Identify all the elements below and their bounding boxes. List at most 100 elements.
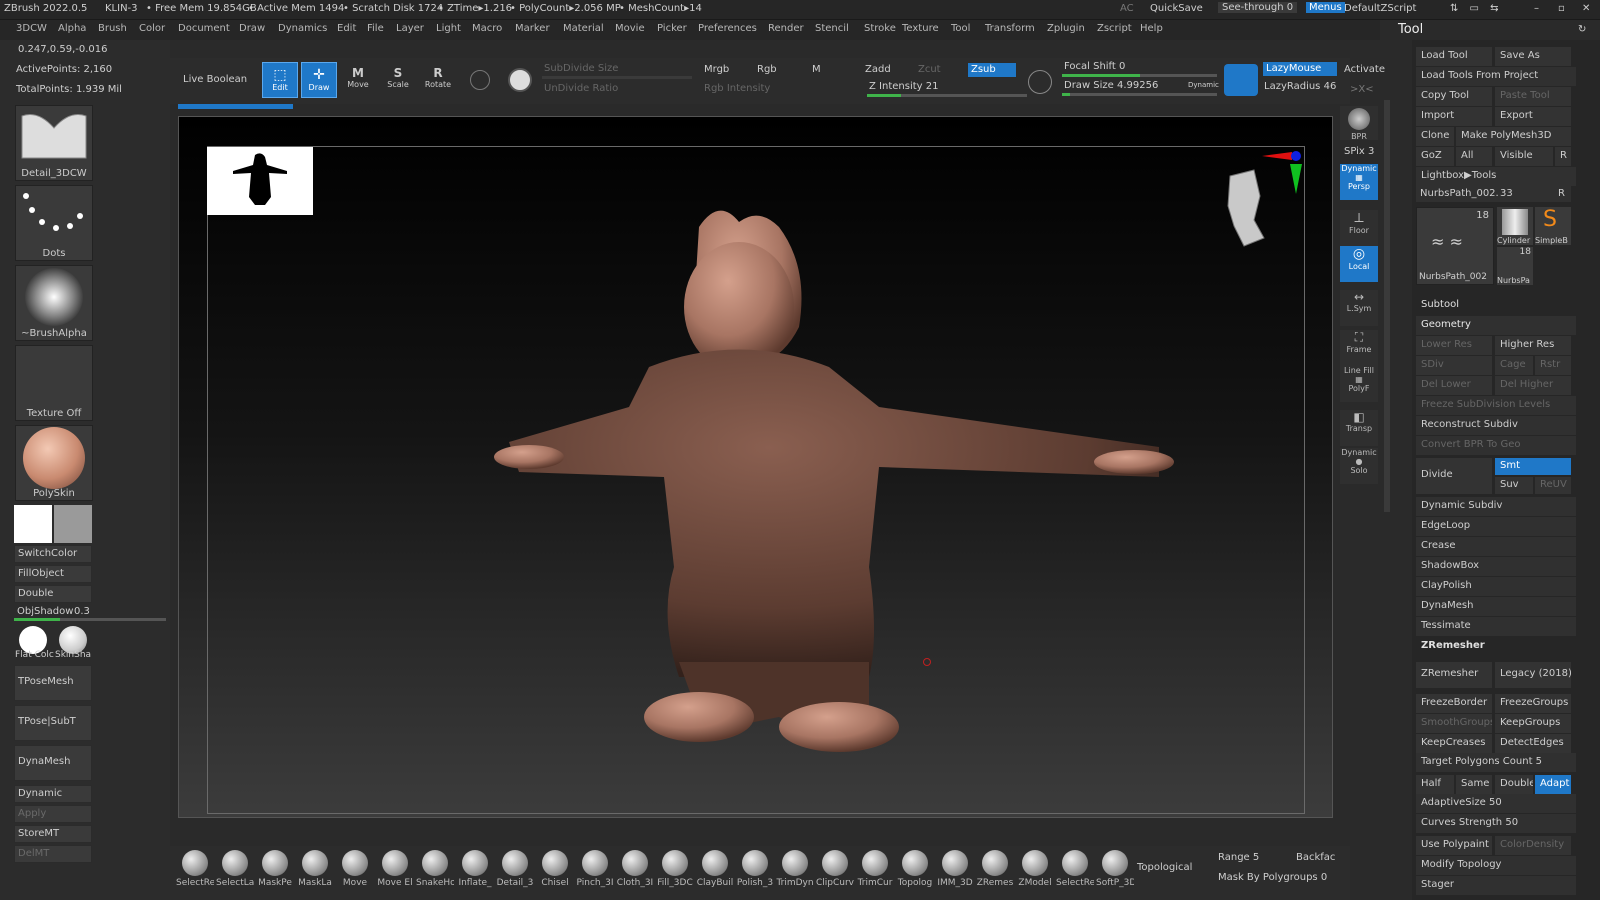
floor-button[interactable]: ⟂ Floor <box>1340 210 1378 246</box>
menu-help[interactable]: Help <box>1140 23 1163 34</box>
secondary-color-swatch[interactable] <box>54 505 92 543</box>
menu-dynamics[interactable]: Dynamics <box>278 23 327 34</box>
shelf-brush-item[interactable]: Fill_3DC <box>656 848 694 896</box>
rstr-button[interactable]: Rstr <box>1535 356 1571 375</box>
shelf-brush-item[interactable]: Inflate_ <box>456 848 494 896</box>
right-scrollbar[interactable] <box>1384 100 1390 512</box>
menu-draw[interactable]: Draw <box>239 23 265 34</box>
load-tools-from-project-button[interactable]: Load Tools From Project <box>1416 67 1576 86</box>
range-slider[interactable]: Range 5 <box>1218 852 1259 863</box>
maximize-icon[interactable]: ▫ <box>1558 3 1565 14</box>
live-boolean-button[interactable]: Live Boolean <box>183 74 247 85</box>
subtool-header[interactable]: Subtool <box>1416 296 1576 315</box>
rgb-button[interactable]: Rgb <box>757 64 777 75</box>
subdivide-size-slider[interactable]: SubDivide Size <box>542 63 692 79</box>
nurbs-small-thumb[interactable]: 18 NurbsPa <box>1497 247 1533 285</box>
freezeborder-button[interactable]: FreezeBorder <box>1416 694 1492 713</box>
lazymouse-button[interactable]: LazyMouse <box>1262 61 1338 77</box>
shelf-brush-item[interactable]: ClayBuil <box>696 848 734 896</box>
simpleb-tool-thumb[interactable]: S SimpleB <box>1535 207 1571 245</box>
z-intensity-slider[interactable]: Z Intensity 21 <box>867 81 1027 97</box>
shelf-brush-item[interactable]: Pinch_3I <box>576 848 614 896</box>
menu-preferences[interactable]: Preferences <box>698 23 757 34</box>
import-button[interactable]: Import <box>1416 107 1492 126</box>
topological-button[interactable]: Topological <box>1137 862 1192 873</box>
quicksave-button[interactable]: QuickSave <box>1150 3 1203 14</box>
curves-strength-slider[interactable]: Curves Strength 50 <box>1416 814 1576 833</box>
default-zscript-button[interactable]: DefaultZScript <box>1344 3 1416 14</box>
del-higher-button[interactable]: Del Higher <box>1495 376 1571 395</box>
tool-selector-slider[interactable]: NurbsPath_002. 33 R <box>1416 186 1571 202</box>
sculptris-icon[interactable] <box>508 68 532 92</box>
shelf-brush-item[interactable]: Move El <box>376 848 414 896</box>
double-target-button[interactable]: Double <box>1495 775 1533 794</box>
menu-color[interactable]: Color <box>139 23 165 34</box>
suv-toggle[interactable]: Suv <box>1495 477 1533 494</box>
draw-size-dynamic[interactable]: Dynamic <box>1188 81 1219 89</box>
menu-file[interactable]: File <box>367 23 384 34</box>
silhouette-thumbnail[interactable] <box>207 147 313 215</box>
keepcreases-button[interactable]: KeepCreases <box>1416 734 1492 753</box>
axis-gizmo-icon[interactable] <box>1262 150 1302 194</box>
smoothgroups-slider[interactable]: SmoothGroups <box>1416 714 1492 733</box>
adaptive-size-slider[interactable]: AdaptiveSize 50 <box>1416 794 1576 813</box>
backface-button[interactable]: Backfac <box>1296 852 1335 863</box>
menu-3dcw[interactable]: 3DCW <box>16 23 47 34</box>
shelf-brush-item[interactable]: SnakeHo <box>416 848 454 896</box>
bpr-button[interactable]: BPR <box>1340 106 1378 141</box>
cylinder-tool-thumb[interactable]: Cylinder <box>1497 207 1533 245</box>
crease-header[interactable]: Crease <box>1416 537 1576 556</box>
tessimate-header[interactable]: Tessimate <box>1416 617 1576 636</box>
window-icons[interactable]: ⇅ ▭ ⇆ <box>1450 3 1503 14</box>
menu-picker[interactable]: Picker <box>657 23 687 34</box>
menu-transform[interactable]: Transform <box>985 23 1035 34</box>
see-through-slider[interactable]: See-through 0 <box>1218 2 1298 13</box>
tool-thumb-nurbs[interactable]: 18 ≈ ≈ NurbsPath_002 <box>1416 207 1494 285</box>
shelf-brush-item[interactable]: Polish_3 <box>736 848 774 896</box>
shelf-brush-item[interactable]: Chisel <box>536 848 574 896</box>
color-density-slider[interactable]: ColorDensity <box>1495 836 1571 855</box>
menu-edit[interactable]: Edit <box>337 23 356 34</box>
reuv-toggle[interactable]: ReUV <box>1535 477 1571 494</box>
menu-document[interactable]: Document <box>178 23 230 34</box>
shelf-brush-item[interactable]: Move <box>336 848 374 896</box>
stroke-spacing-icon[interactable] <box>1028 70 1052 94</box>
zsub-button[interactable]: Zsub <box>967 62 1017 78</box>
minimize-icon[interactable]: – <box>1534 3 1539 14</box>
spix-slider[interactable]: SPix 3 <box>1344 146 1374 157</box>
draw-size-slider[interactable]: Draw Size 4.99256 Dynamic <box>1062 80 1219 96</box>
rotate-mode-button[interactable]: R Rotate <box>420 62 456 98</box>
copy-tool-button[interactable]: Copy Tool <box>1416 87 1492 106</box>
palette-refresh-icon[interactable]: ↻ <box>1578 24 1586 35</box>
sdiv-slider[interactable]: SDiv <box>1416 356 1492 375</box>
local-button[interactable]: ◎ Local <box>1340 246 1378 282</box>
focal-shift-slider[interactable]: Focal Shift 0 <box>1062 61 1217 77</box>
main-color-swatch[interactable] <box>14 505 52 543</box>
reconstruct-subdiv-button[interactable]: Reconstruct Subdiv <box>1416 416 1576 435</box>
paste-tool-button[interactable]: Paste Tool <box>1495 87 1571 106</box>
dynamesh-left-button[interactable]: DynaMesh <box>14 745 92 781</box>
shelf-brush-item[interactable]: SelectLa <box>216 848 254 896</box>
del-mt-button[interactable]: DelMT <box>14 845 92 863</box>
zadd-button[interactable]: Zadd <box>865 64 891 75</box>
close-icon[interactable]: ✕ <box>1582 3 1590 14</box>
texture-selector[interactable]: Texture Off <box>15 345 93 421</box>
use-polypaint-button[interactable]: Use Polypaint <box>1416 836 1492 855</box>
lightbox-tools-button[interactable]: Lightbox▶Tools <box>1416 167 1576 186</box>
menu-macro[interactable]: Macro <box>472 23 502 34</box>
symmetry-x-button[interactable]: >X< <box>1350 84 1374 95</box>
geometry-header[interactable]: Geometry <box>1416 316 1576 335</box>
stager-header[interactable]: Stager <box>1416 876 1576 895</box>
tpose-subt-button[interactable]: TPose|SubT <box>14 705 92 741</box>
menu-tool[interactable]: Tool <box>951 23 970 34</box>
fill-object-button[interactable]: FillObject <box>14 565 92 583</box>
save-as-button[interactable]: Save As <box>1495 47 1571 66</box>
menu-render[interactable]: Render <box>768 23 804 34</box>
goz-button[interactable]: GoZ <box>1416 147 1454 166</box>
menu-marker[interactable]: Marker <box>515 23 550 34</box>
clone-button[interactable]: Clone <box>1416 127 1454 146</box>
freeze-subdiv-button[interactable]: Freeze SubDivision Levels <box>1416 396 1576 415</box>
scale-mode-button[interactable]: S Scale <box>380 62 416 98</box>
mask-by-polygroups-slider[interactable]: Mask By Polygroups 0 <box>1218 872 1327 883</box>
shelf-brush-item[interactable]: Topolog <box>896 848 934 896</box>
